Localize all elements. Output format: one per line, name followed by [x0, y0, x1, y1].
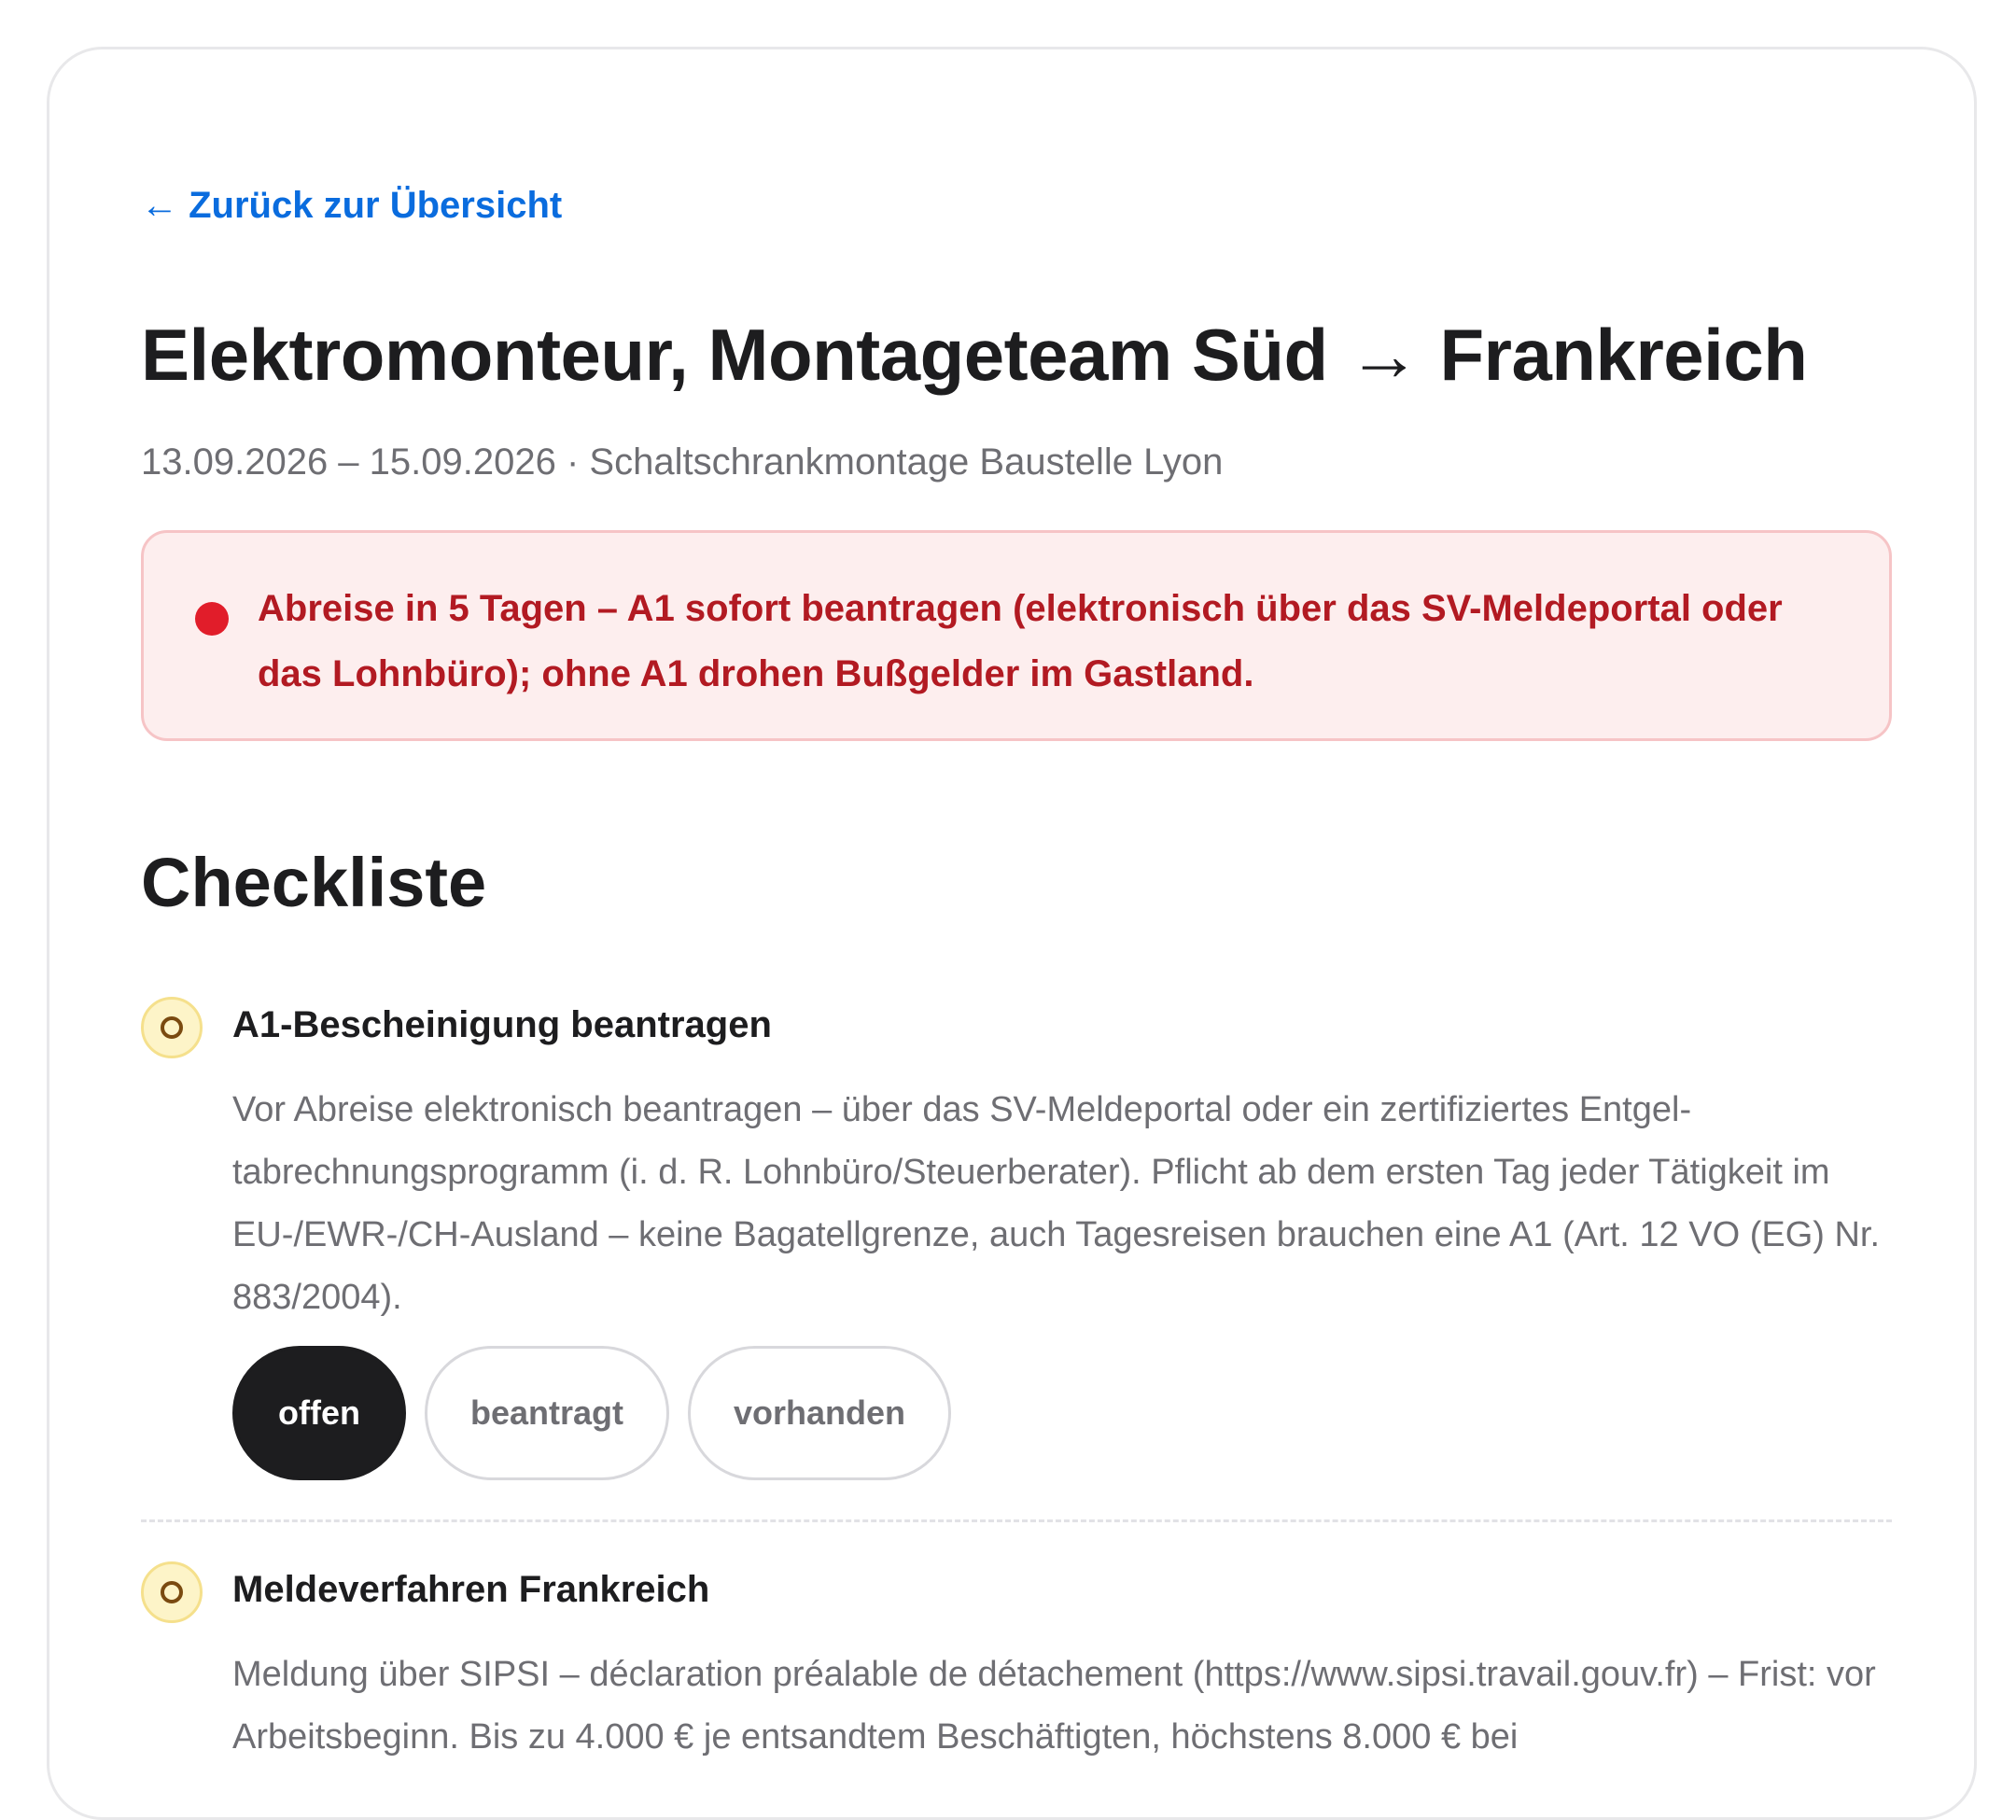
status-offen-button[interactable]: offen [232, 1346, 406, 1480]
checklist-item-description: Vor Abreise elektronisch beantragen – üb… [232, 1090, 1881, 1317]
page-title: Elektromonteur, Montageteam Süd → Frankr… [141, 314, 1808, 396]
checklist-item-title: Meldeverfahren Frankreich [232, 1569, 710, 1610]
alert-dot-icon [195, 602, 229, 636]
alert-text: Abreise in 5 Tagen – A1 sofort beantrage… [258, 588, 1783, 694]
checklist-title: Checkliste [141, 844, 487, 921]
status-vorhanden-button[interactable]: vorhanden [688, 1346, 952, 1480]
checklist-item-title: A1-Bescheinigung beantragen [232, 1004, 772, 1045]
status-segmented-control: offen beantragt vorhanden [232, 1346, 952, 1480]
status-beantragt-button[interactable]: beantragt [424, 1346, 670, 1480]
checklist-item-description: Meldung über SIPSI – déclaration préalab… [232, 1655, 1876, 1757]
open-circle-icon [141, 997, 203, 1058]
detail-card: ← Zurück zur Übersicht Elektromonteur, M… [47, 47, 1977, 1820]
assignment-subtitle: 13.09.2026 – 15.09.2026 · Schaltschrankm… [141, 441, 1224, 483]
back-to-overview-link[interactable]: ← Zurück zur Übersicht [141, 185, 562, 227]
deadline-alert: Abreise in 5 Tagen – A1 sofort beantrage… [141, 530, 1892, 741]
checklist-divider [141, 1519, 1892, 1522]
open-circle-icon [141, 1561, 203, 1623]
